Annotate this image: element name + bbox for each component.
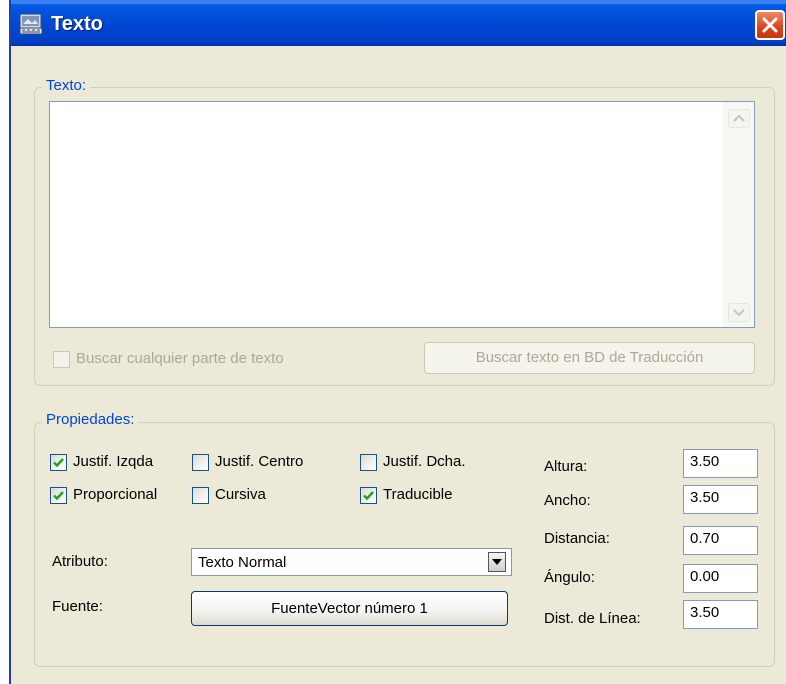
search-any-part-label: Buscar cualquier parte de texto: [76, 350, 284, 367]
line-spacing-label: Dist. de Línea:: [544, 610, 641, 627]
angle-field[interactable]: 0.00: [683, 564, 758, 593]
height-label: Altura:: [544, 458, 588, 475]
checkmark-icon: [53, 458, 64, 468]
checkmark-icon: [53, 491, 64, 501]
justify-right-checkbox[interactable]: [360, 454, 377, 471]
attribute-select[interactable]: Texto Normal: [191, 548, 512, 576]
chevron-up-icon: [733, 114, 745, 122]
angle-label: Ángulo:: [544, 569, 595, 586]
attribute-label: Atributo:: [52, 553, 108, 570]
width-field[interactable]: 3.50: [683, 485, 758, 514]
font-button[interactable]: FuenteVector número 1: [191, 591, 508, 626]
italic-checkbox[interactable]: [192, 487, 209, 504]
close-button[interactable]: [755, 10, 785, 40]
scroll-down-button[interactable]: [728, 303, 750, 322]
attribute-select-value: Texto Normal: [198, 554, 287, 571]
proportional-label: Proporcional: [73, 486, 158, 503]
text-group-legend: Texto:: [42, 77, 91, 94]
text-scrollbar[interactable]: [723, 102, 754, 327]
checkmark-icon: [363, 491, 374, 501]
text-input[interactable]: [49, 101, 755, 328]
dropdown-button[interactable]: [488, 552, 506, 572]
spacing-field[interactable]: 0.70: [683, 526, 758, 555]
spacing-label: Distancia:: [544, 530, 610, 547]
justify-center-checkbox[interactable]: [192, 454, 209, 471]
app-icon: [19, 13, 43, 35]
translatable-label: Traducible: [383, 486, 453, 503]
title-bar[interactable]: Texto: [11, 0, 786, 46]
properties-group-legend: Propiedades:: [42, 411, 139, 428]
dropdown-arrow-icon: [492, 559, 502, 565]
justify-left-label: Justif. Izqda: [73, 453, 154, 470]
chevron-down-icon: [733, 309, 745, 317]
justify-left-checkbox[interactable]: [50, 454, 67, 471]
italic-label: Cursiva: [215, 486, 266, 503]
scroll-up-button[interactable]: [728, 109, 750, 128]
window-title: Texto: [51, 13, 103, 35]
search-db-button[interactable]: Buscar texto en BD de Traducción: [424, 342, 755, 374]
search-any-part-checkbox[interactable]: [53, 351, 70, 368]
justify-center-label: Justif. Centro: [215, 453, 304, 470]
line-spacing-field[interactable]: 3.50: [683, 600, 758, 629]
height-field[interactable]: 3.50: [683, 449, 758, 478]
justify-right-label: Justif. Dcha.: [383, 453, 466, 470]
width-label: Ancho:: [544, 492, 591, 509]
proportional-checkbox[interactable]: [50, 487, 67, 504]
translatable-checkbox[interactable]: [360, 487, 377, 504]
font-label: Fuente:: [52, 598, 103, 615]
